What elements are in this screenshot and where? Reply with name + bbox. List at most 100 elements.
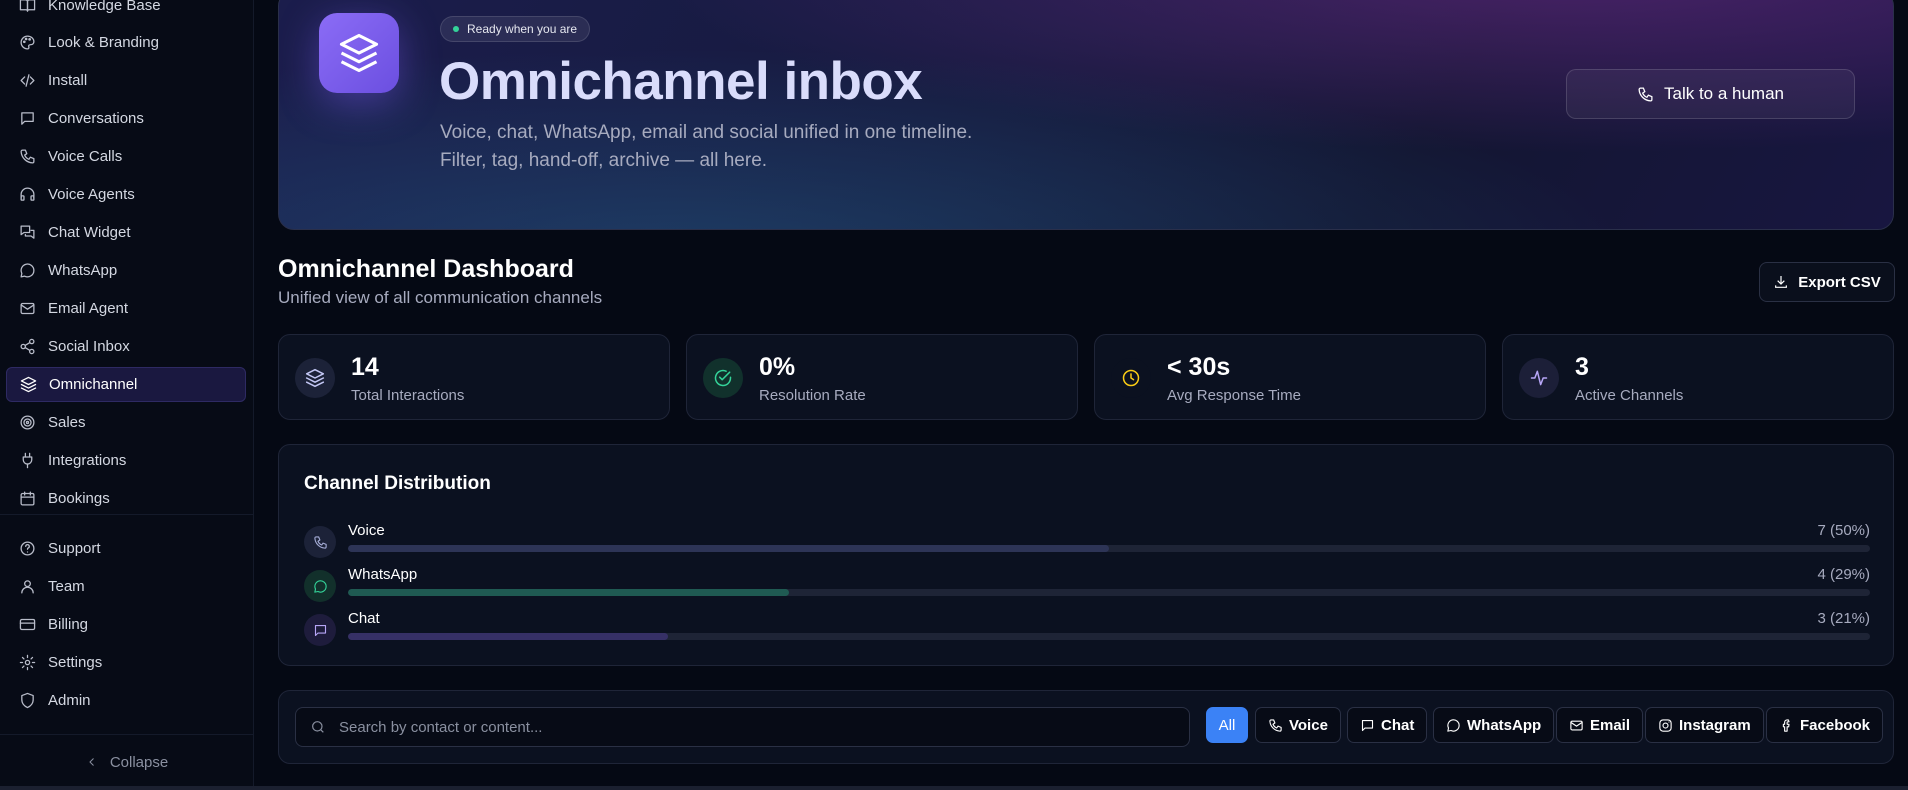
sidebar-item-knowledge-base[interactable]: Knowledge Base <box>6 0 246 23</box>
sidebar-item-admin[interactable]: Admin <box>6 683 246 718</box>
filter-bar: All Voice Chat WhatsApp Email Instagram … <box>278 690 1894 764</box>
stat-card-total-interactions: 14 Total Interactions <box>278 334 670 420</box>
search-input[interactable] <box>339 718 1179 736</box>
distribution-channel-name: WhatsApp <box>348 566 418 583</box>
sidebar-item-label: Admin <box>48 692 91 709</box>
sidebar-item-support[interactable]: Support <box>6 531 246 566</box>
message-square-icon <box>304 614 336 646</box>
filter-chip-label: Email <box>1590 716 1631 734</box>
chat-widget-icon <box>18 224 36 242</box>
shield-icon <box>18 692 36 710</box>
message-circle-icon <box>304 570 336 602</box>
sidebar-item-label: Voice Agents <box>48 186 135 203</box>
layers-icon <box>319 13 399 93</box>
sidebar-item-label: Knowledge Base <box>48 0 161 14</box>
sidebar-item-social-inbox[interactable]: Social Inbox <box>6 329 246 364</box>
sidebar-item-label: Integrations <box>48 452 127 469</box>
sidebar-divider <box>0 514 254 515</box>
sidebar-item-billing[interactable]: Billing <box>6 607 246 642</box>
distribution-channel-name: Voice <box>348 522 385 539</box>
channel-distribution-card: Channel Distribution Voice 7 (50%) Whats… <box>278 444 1894 666</box>
distribution-channel-count: 7 (50%) <box>1817 522 1870 539</box>
facebook-icon <box>1782 718 1790 732</box>
distribution-row-whatsapp: WhatsApp 4 (29%) <box>304 566 1870 602</box>
search-field[interactable] <box>295 707 1190 747</box>
filter-chip-label: Voice <box>1289 716 1328 734</box>
message-circle-icon <box>1447 718 1460 732</box>
filter-chip-label: Instagram <box>1679 716 1751 734</box>
talk-to-human-button[interactable]: Talk to a human <box>1566 69 1855 119</box>
phone-icon <box>18 148 36 166</box>
calendar-icon <box>18 490 36 508</box>
filter-chip-label: Chat <box>1381 716 1415 734</box>
sidebar-item-sales[interactable]: Sales <box>6 405 246 440</box>
dashboard-subtitle: Unified view of all communication channe… <box>278 288 603 307</box>
collapse-button[interactable]: Collapse <box>0 742 254 782</box>
distribution-row-chat: Chat 3 (21%) <box>304 610 1870 646</box>
mail-icon <box>18 300 36 318</box>
activity-icon <box>1519 358 1559 398</box>
sidebar-item-install[interactable]: Install <box>6 63 246 98</box>
sidebar-item-conversations[interactable]: Conversations <box>6 101 246 136</box>
stat-value: < 30s <box>1167 353 1231 381</box>
distribution-bar-fill <box>348 589 790 596</box>
export-csv-button[interactable]: Export CSV <box>1759 262 1895 302</box>
sidebar-item-label: Support <box>48 540 101 557</box>
user-icon <box>18 578 36 596</box>
sidebar-item-label: Look & Branding <box>48 34 159 51</box>
message-circle-icon <box>18 262 36 280</box>
mail-icon <box>1570 720 1583 730</box>
target-icon <box>18 414 36 432</box>
sidebar-item-label: Omnichannel <box>49 376 138 393</box>
hero-subtitle-line: Voice, chat, WhatsApp, email and social … <box>440 122 973 143</box>
dashboard-title: Omnichannel Dashboard <box>278 255 574 283</box>
stat-card-active-channels: 3 Active Channels <box>1502 334 1894 420</box>
sidebar-item-bookings[interactable]: Bookings <box>6 481 246 516</box>
filter-chip-label: Facebook <box>1800 716 1871 734</box>
talk-to-human-label: Talk to a human <box>1663 84 1784 103</box>
sidebar-item-label: Social Inbox <box>48 338 130 355</box>
sidebar-item-whatsapp[interactable]: WhatsApp <box>6 253 246 288</box>
share-icon <box>18 338 36 356</box>
search-icon <box>312 721 324 733</box>
page-title: Omnichannel inbox <box>439 52 923 111</box>
clock-icon <box>1111 358 1151 398</box>
filter-chip-whatsapp[interactable]: WhatsApp <box>1433 707 1555 743</box>
collapse-label: Collapse <box>109 753 169 771</box>
stat-label: Avg Response Time <box>1167 387 1301 404</box>
channel-distribution-title: Channel Distribution <box>304 473 491 494</box>
stat-value: 3 <box>1575 353 1589 381</box>
palette-icon <box>18 34 36 52</box>
sidebar-item-team[interactable]: Team <box>6 569 246 604</box>
distribution-bar-track <box>348 589 1870 596</box>
sidebar-item-chat-widget[interactable]: Chat Widget <box>6 215 246 250</box>
hero-banner: Ready when you are Omnichannel inbox Voi… <box>278 0 1894 230</box>
sidebar-item-label: Install <box>48 72 88 89</box>
sidebar-item-label: Settings <box>48 654 103 671</box>
sidebar-item-label: Chat Widget <box>48 224 131 241</box>
code-icon <box>18 72 36 90</box>
sidebar-item-look-branding[interactable]: Look & Branding <box>6 25 246 60</box>
filter-chip-instagram[interactable]: Instagram <box>1645 707 1764 743</box>
stat-value: 14 <box>351 353 379 381</box>
stat-label: Active Channels <box>1575 387 1684 404</box>
filter-chip-voice[interactable]: Voice <box>1255 707 1341 743</box>
sidebar-item-label: Email Agent <box>48 300 129 317</box>
sidebar-item-voice-calls[interactable]: Voice Calls <box>6 139 246 174</box>
filter-chip-chat[interactable]: Chat <box>1347 707 1428 743</box>
sidebar-item-settings[interactable]: Settings <box>6 645 246 680</box>
filter-chip-facebook[interactable]: Facebook <box>1766 707 1884 743</box>
hero-subtitle: Voice, chat, WhatsApp, email and social … <box>440 119 972 175</box>
export-csv-label: Export CSV <box>1798 273 1881 291</box>
phone-icon <box>304 526 336 558</box>
download-icon <box>1775 276 1788 288</box>
filter-chip-email[interactable]: Email <box>1556 707 1644 743</box>
sidebar-item-label: WhatsApp <box>48 262 118 279</box>
chevron-left-icon <box>89 758 94 766</box>
sidebar-item-email-agent[interactable]: Email Agent <box>6 291 246 326</box>
sidebar-item-voice-agents[interactable]: Voice Agents <box>6 177 246 212</box>
sidebar-item-omnichannel[interactable]: Omnichannel <box>6 367 246 402</box>
sidebar-item-label: Bookings <box>48 490 110 507</box>
filter-chip-all[interactable]: All <box>1206 707 1248 743</box>
sidebar-item-integrations[interactable]: Integrations <box>6 443 246 478</box>
